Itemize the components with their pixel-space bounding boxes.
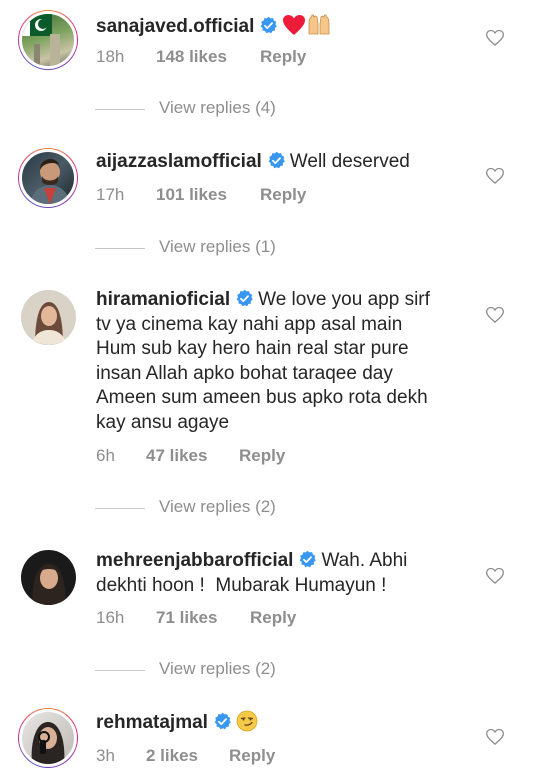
comment-body-line: Ameen sum ameen bus apko rota dekh — [96, 387, 428, 408]
comment-body-line: Wah. Abhi — [321, 550, 408, 571]
comment-item: mehreenjabbarofficial Wah. Abhi dekhti ho… — [0, 0, 538, 627]
smirking-face-emoji-icon — [236, 710, 258, 732]
divider-line — [95, 670, 145, 671]
comment-text: aijazzaslamofficial Well deserved — [96, 150, 476, 175]
comment-likes[interactable]: 47 likes — [146, 446, 207, 466]
comment-username[interactable]: rehmatajmal — [96, 712, 208, 733]
comment-body-line: dekhti hoon ! Mubarak Humayun ! — [96, 574, 387, 596]
comment-likes[interactable]: 71 likes — [156, 608, 217, 628]
comment-body-line: We love you app sirf — [258, 289, 430, 310]
person-photo-icon — [30, 159, 70, 204]
avatar[interactable] — [21, 550, 76, 605]
reply-button[interactable]: Reply — [250, 608, 296, 628]
view-replies-label: View replies (4) — [159, 98, 276, 117]
comment-text: hiramanioficial We love you app sirf tv y… — [96, 288, 476, 435]
view-replies-label: View replies (2) — [159, 659, 276, 678]
avatar-image — [19, 709, 77, 767]
avatar-image — [21, 290, 76, 345]
like-heart-icon[interactable] — [485, 727, 505, 747]
like-heart-icon[interactable] — [485, 305, 505, 325]
comment-time: 17h — [96, 185, 125, 204]
reply-button[interactable]: Reply — [239, 446, 285, 466]
comment-username[interactable]: mehreenjabbarofficial — [96, 550, 293, 571]
divider-line — [95, 508, 145, 509]
comment-likes[interactable]: 101 likes — [156, 185, 227, 205]
verified-badge-icon — [300, 550, 317, 568]
comment-text: mehreenjabbarofficial Wah. Abhi dekhti ho… — [96, 549, 476, 598]
comment-likes[interactable]: 2 likes — [146, 746, 198, 766]
view-replies-label: View replies (1) — [159, 237, 276, 256]
comment-time: 16h — [96, 608, 125, 627]
reply-button[interactable]: Reply — [229, 746, 275, 766]
divider-line — [95, 109, 145, 110]
comment-username[interactable]: hiramanioficial — [96, 289, 230, 310]
verified-badge-icon — [214, 712, 231, 730]
avatar[interactable] — [21, 290, 76, 345]
comment-time: 3h — [96, 746, 115, 765]
comment-time: 6h — [96, 446, 115, 465]
comment-body: Well deserved — [289, 151, 410, 172]
like-heart-icon[interactable] — [485, 566, 505, 586]
comment-username[interactable]: aijazzaslamofficial — [96, 151, 262, 172]
avatar-image — [19, 149, 77, 207]
avatar[interactable] — [18, 708, 78, 768]
avatar-image — [21, 550, 76, 605]
person-photo-icon — [31, 722, 65, 764]
comment-text: rehmatajmal — [96, 710, 476, 736]
view-replies-label: View replies (2) — [159, 497, 276, 516]
verified-badge-icon — [268, 151, 285, 169]
verified-badge-icon — [236, 289, 253, 307]
comment-body-line: Hum sub kay hero hain real star pure — [96, 338, 409, 359]
divider-line — [95, 248, 145, 249]
comment-body-line: insan Allah apko bohat taraqee day — [96, 362, 393, 384]
avatar[interactable] — [18, 148, 78, 208]
comment-body-line: kay ansu agaye — [96, 411, 230, 433]
reply-button[interactable]: Reply — [260, 185, 306, 205]
comment-body-line: tv ya cinema kay nahi app asal main — [96, 313, 403, 335]
like-heart-icon[interactable] — [485, 166, 505, 186]
